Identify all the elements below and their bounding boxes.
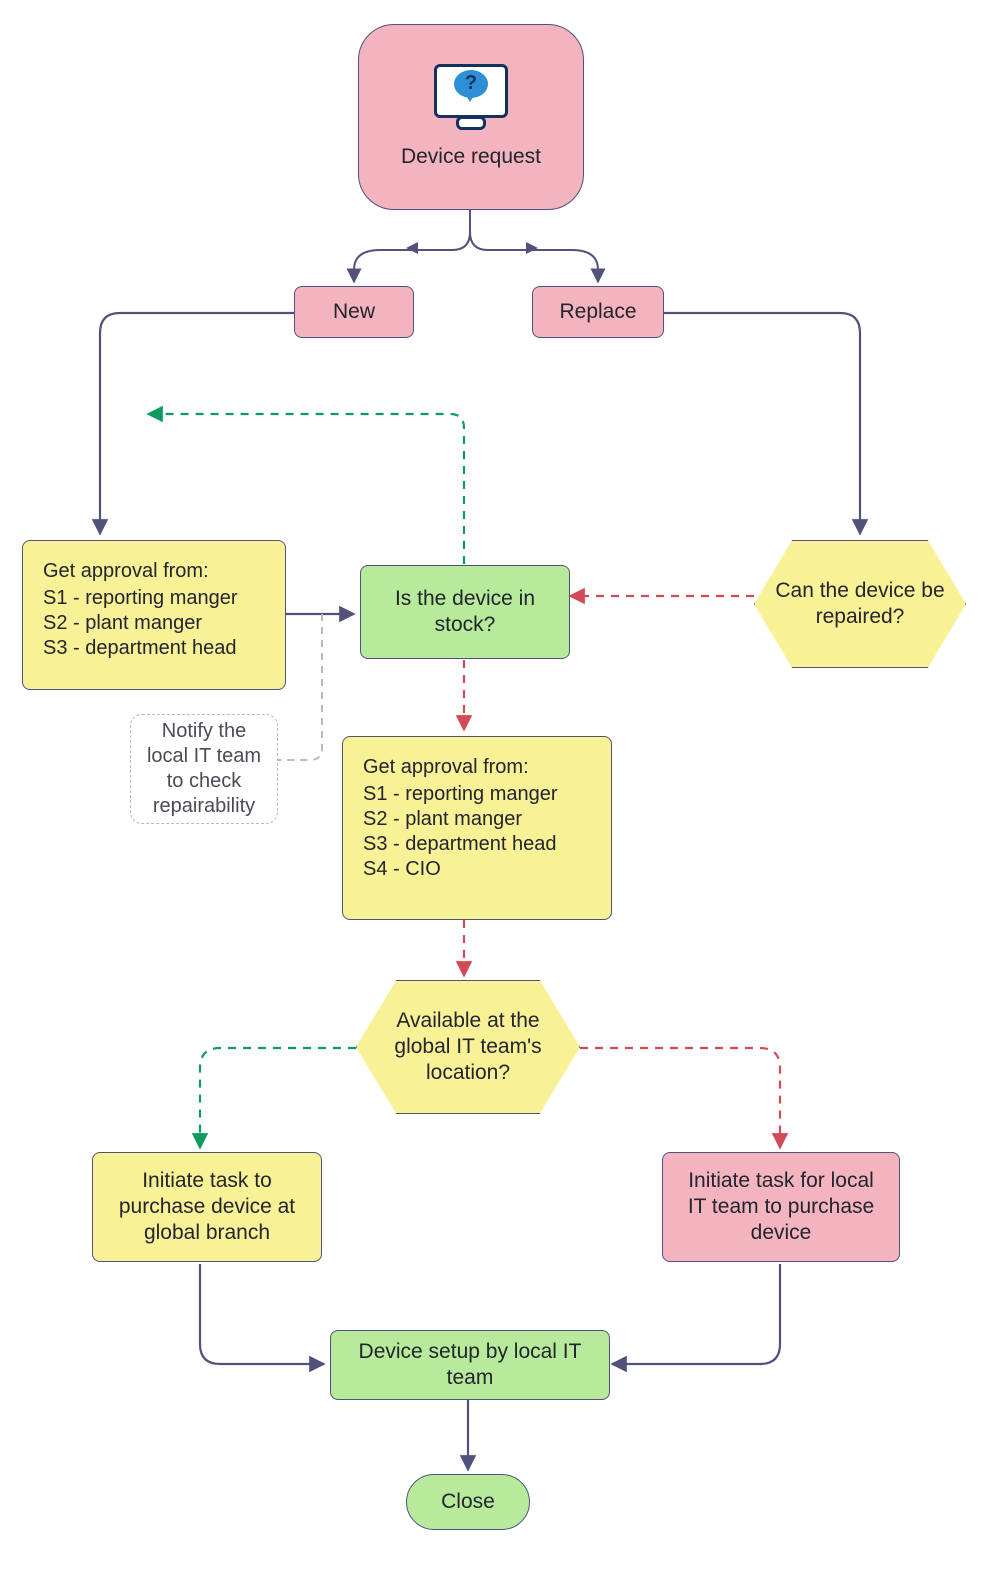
repair-node: Can the device be repaired? xyxy=(754,540,966,668)
global-location-label: Available at the global IT team's locati… xyxy=(356,980,580,1114)
task-local-node: Initiate task for local IT team to purch… xyxy=(662,1152,900,1262)
approval-2-l1: S1 - reporting manger xyxy=(363,782,591,807)
replace-node: Replace xyxy=(532,286,664,338)
start-label: Device request xyxy=(401,144,541,170)
approval-1-title: Get approval from: xyxy=(43,559,265,584)
device-setup-node: Device setup by local IT team xyxy=(330,1330,610,1400)
approval-2-node: Get approval from: S1 - reporting manger… xyxy=(342,736,612,920)
new-node: New xyxy=(294,286,414,338)
approval-1-l1: S1 - reporting manger xyxy=(43,586,265,611)
approval-1-node: Get approval from: S1 - reporting manger… xyxy=(22,540,286,690)
approval-2-l2: S2 - plant manger xyxy=(363,807,591,832)
in-stock-node: Is the device in stock? xyxy=(360,565,570,659)
approval-1-l3: S3 - department head xyxy=(43,636,265,661)
approval-2-l3: S3 - department head xyxy=(363,832,591,857)
approval-2-title: Get approval from: xyxy=(363,755,591,780)
approval-2-l4: S4 - CIO xyxy=(363,857,591,882)
repair-label: Can the device be repaired? xyxy=(754,540,966,668)
global-location-node: Available at the global IT team's locati… xyxy=(356,980,580,1114)
device-request-icon: ? xyxy=(426,64,516,134)
start-node: ? Device request xyxy=(358,24,584,210)
task-global-node: Initiate task to purchase device at glob… xyxy=(92,1152,322,1262)
notify-note: Notify the local IT team to check repair… xyxy=(130,714,278,824)
approval-1-l2: S2 - plant manger xyxy=(43,611,265,636)
close-node: Close xyxy=(406,1474,530,1530)
